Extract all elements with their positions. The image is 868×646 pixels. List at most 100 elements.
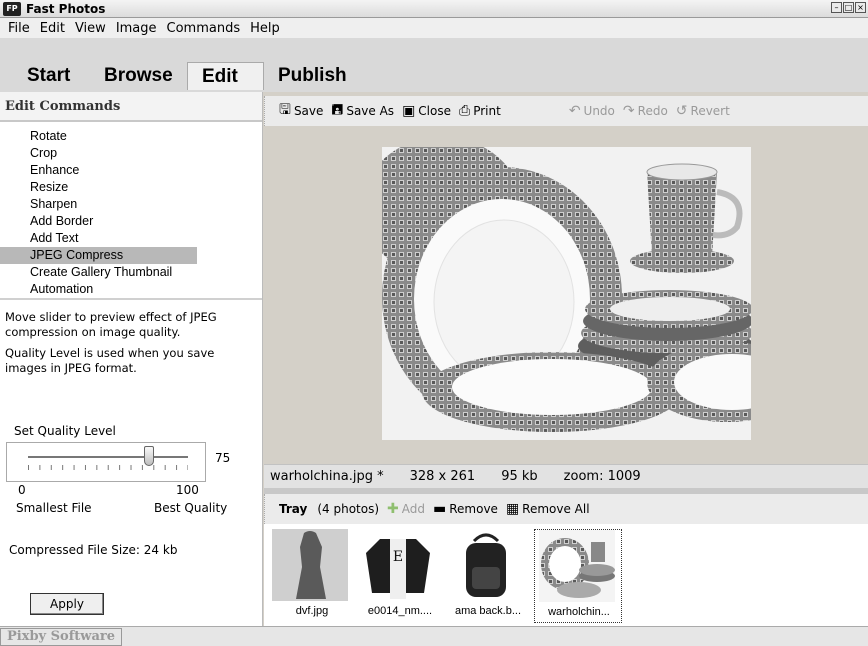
save-as-button[interactable]: 🖪 Save As <box>331 99 394 123</box>
menu-image[interactable]: Image <box>111 21 162 36</box>
command-list: Rotate Crop Enhance Resize Sharpen Add B… <box>0 122 262 300</box>
thumbnail-image: E <box>360 529 436 601</box>
svg-text:E: E <box>393 549 403 565</box>
image-status-bar: warholchina.jpg * 328 x 261 95 kb zoom: … <box>264 464 868 488</box>
menu-commands[interactable]: Commands <box>162 21 246 36</box>
tray-toolbar: Tray (4 photos) ✚ Add ▬ Remove ▦ Remove … <box>264 494 868 524</box>
close-window-button[interactable]: × <box>855 2 866 13</box>
file-name: warholchina.jpg * <box>270 469 384 484</box>
slider-min-value: 0 <box>18 483 26 497</box>
tray-remove-button[interactable]: ▬ Remove <box>433 501 498 517</box>
menu-view[interactable]: View <box>70 21 111 36</box>
tray-thumbnail[interactable]: E e0014_nm.... <box>356 529 444 623</box>
quality-slider-ticks <box>28 465 188 470</box>
save-button[interactable]: 🖫 Save <box>279 99 323 123</box>
photo-preview <box>382 147 751 440</box>
remove-all-icon: ▦ <box>505 501 520 517</box>
redo-label: Redo <box>637 104 668 118</box>
tab-edit[interactable]: Edit <box>187 62 264 90</box>
command-add-text[interactable]: Add Text <box>0 230 197 247</box>
close-image-icon: ▣ <box>402 103 416 119</box>
tray-thumbnail[interactable]: dvf.jpg <box>268 529 356 623</box>
command-enhance[interactable]: Enhance <box>0 162 197 179</box>
tray-remove-all-label: Remove All <box>522 502 590 516</box>
minimize-button[interactable]: – <box>831 2 842 13</box>
printer-icon: ⎙ <box>459 103 471 119</box>
tray-add-label: Add <box>401 502 425 516</box>
save-as-icon: 🖪 <box>331 102 344 118</box>
help-text-preview: Move slider to preview effect of JPEG co… <box>5 310 217 339</box>
tray-thumbnail[interactable]: ama back.b... <box>444 529 532 623</box>
china-thumbnail-photo <box>539 530 615 602</box>
command-resize[interactable]: Resize <box>0 179 197 196</box>
quality-level-label: Set Quality Level <box>14 424 116 438</box>
command-jpeg-compress[interactable]: JPEG Compress <box>0 247 197 264</box>
app-logo-icon: FP <box>3 1 21 16</box>
command-automation[interactable]: Automation <box>0 281 197 298</box>
command-create-gallery-thumbnail[interactable]: Create Gallery Thumbnail <box>0 264 197 281</box>
thumbnail-caption: warholchin... <box>548 606 610 618</box>
slider-max-value: 100 <box>176 483 199 497</box>
window-title: Fast Photos <box>26 1 106 16</box>
tray-remove-label: Remove <box>449 502 498 516</box>
backpack-photo <box>448 529 524 601</box>
undo-button[interactable]: ↶ Undo <box>569 103 615 119</box>
edit-toolbar: 🖫 Save 🖪 Save As ▣ Close ⎙ Print ↶ Undo … <box>264 96 868 126</box>
menu-help[interactable]: Help <box>245 21 285 36</box>
command-sharpen[interactable]: Sharpen <box>0 196 197 213</box>
help-text-quality: Quality Level is used when you save imag… <box>5 346 215 375</box>
undo-label: Undo <box>583 104 615 118</box>
undo-icon: ↶ <box>568 103 581 119</box>
thumbnail-caption: e0014_nm.... <box>367 605 433 617</box>
dress-photo <box>272 529 348 601</box>
tray-remove-all-button[interactable]: ▦ Remove All <box>506 501 590 517</box>
revert-label: Revert <box>690 104 730 118</box>
thumbnail-image <box>272 529 348 601</box>
command-crop[interactable]: Crop <box>0 145 197 162</box>
redo-icon: ↷ <box>622 103 635 119</box>
tab-start[interactable]: Start <box>27 62 70 90</box>
tab-browse[interactable]: Browse <box>104 62 173 90</box>
command-rotate[interactable]: Rotate <box>0 128 197 145</box>
close-button[interactable]: ▣ Close <box>402 103 451 119</box>
tray-thumbnail-selected[interactable]: warholchin... <box>534 529 622 623</box>
thumbnail-image <box>448 529 524 601</box>
image-dimensions: 328 x 261 <box>409 469 476 484</box>
compressed-file-size: Compressed File Size: 24 kb <box>9 543 178 557</box>
redo-button[interactable]: ↷ Redo <box>623 103 668 119</box>
save-label: Save <box>293 104 324 118</box>
minus-icon: ▬ <box>433 501 447 517</box>
edit-commands-panel: Edit Commands Rotate Crop Enhance Resize… <box>0 92 263 626</box>
tab-publish[interactable]: Publish <box>278 62 347 90</box>
china-plates-photo <box>382 147 751 440</box>
revert-button[interactable]: ↺ Revert <box>676 103 730 119</box>
quality-slider-frame <box>6 442 206 482</box>
quality-value: 75 <box>215 451 231 465</box>
menu-file[interactable]: File <box>3 21 35 36</box>
maximize-button[interactable]: □ <box>843 2 854 13</box>
zoom-level: zoom: 1009 <box>563 469 641 484</box>
tray-title: Tray <box>279 502 308 516</box>
best-quality-label: Best Quality <box>154 501 228 515</box>
quality-slider-thumb[interactable] <box>144 446 154 466</box>
quality-slider-track[interactable] <box>28 456 188 458</box>
apply-button[interactable]: Apply <box>30 593 104 615</box>
status-bar: Pixby Software <box>0 626 868 646</box>
print-label: Print <box>473 104 501 118</box>
tray-add-button[interactable]: ✚ Add <box>387 501 425 517</box>
thumbnail-caption: ama back.b... <box>454 605 522 617</box>
title-bar: FP Fast Photos – □ × <box>0 0 868 18</box>
tray-count: (4 photos) <box>317 502 380 516</box>
jacket-photo: E <box>360 529 436 601</box>
thumbnail-image <box>539 530 615 602</box>
menu-bar: File Edit View Image Commands Help <box>0 18 868 38</box>
brand-label: Pixby Software <box>0 628 123 646</box>
print-button[interactable]: ⎙ Print <box>459 103 501 119</box>
thumbnail-caption: dvf.jpg <box>295 605 329 617</box>
help-text: Move slider to preview effect of JPEG co… <box>0 300 262 376</box>
save-as-label: Save As <box>346 104 395 118</box>
command-add-border[interactable]: Add Border <box>0 213 197 230</box>
close-label: Close <box>418 104 451 118</box>
menu-edit[interactable]: Edit <box>35 21 70 36</box>
plus-icon: ✚ <box>387 501 399 517</box>
